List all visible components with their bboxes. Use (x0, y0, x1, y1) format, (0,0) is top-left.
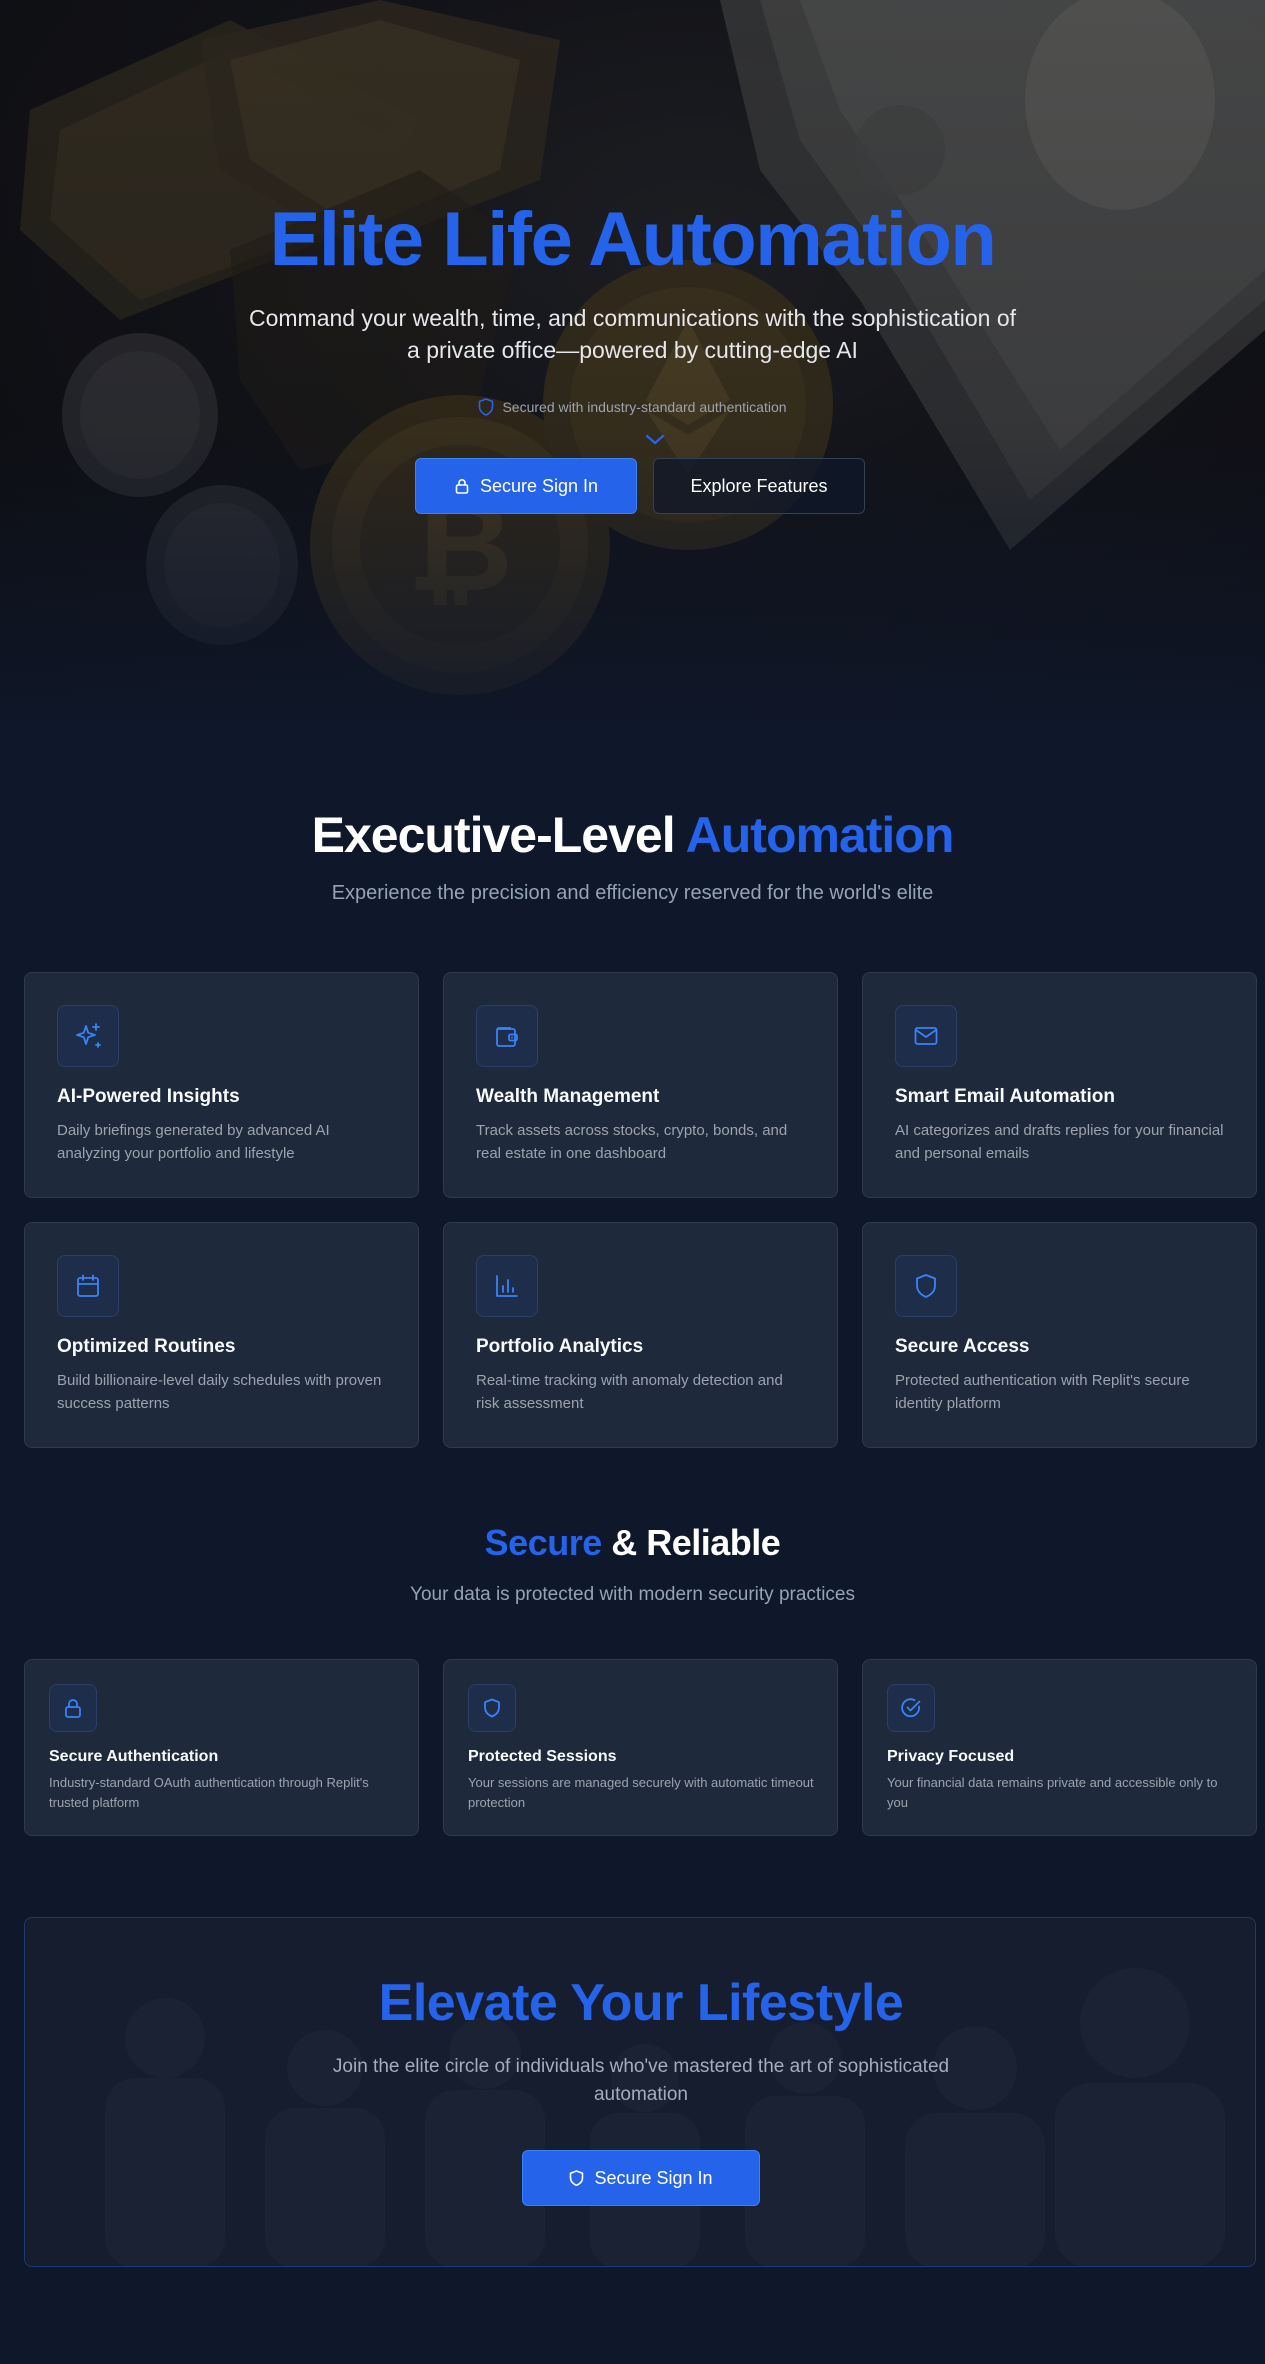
security-icon-box (468, 1684, 516, 1732)
security-card-title: Protected Sessions (468, 1748, 617, 1765)
feature-title: Portfolio Analytics (476, 1336, 644, 1357)
feature-title: Wealth Management (476, 1086, 660, 1107)
security-subtitle: Your data is protected with modern secur… (410, 1584, 855, 1605)
feature-description: Real-time tracking with anomaly detectio… (476, 1372, 783, 1412)
security-icon-box (49, 1684, 97, 1732)
security-card-sessions: Protected Sessions Your sessions are man… (443, 1659, 838, 1836)
feature-card-portfolio-analytics: Portfolio Analytics Real-time tracking w… (443, 1222, 838, 1448)
cta-subtitle: Join the elite circle of individuals who… (332, 2056, 950, 2105)
shield-icon (570, 2170, 584, 2186)
feature-icon-box (895, 1255, 957, 1317)
security-title-plain: & Reliable (611, 1522, 781, 1563)
features-title: Executive-Level Automation (0, 806, 1265, 864)
explore-features-label: Explore Features (690, 475, 828, 496)
lock-icon (65, 1699, 81, 1718)
security-card-description: Your sessions are managed securely with … (468, 1775, 814, 1810)
sparkles-icon (76, 1023, 101, 1048)
security-card-description: Industry-standard OAuth authentication t… (49, 1775, 369, 1810)
cta-section: Elevate Your Lifestyle Join the elite ci… (24, 1917, 1256, 2267)
secure-sign-in-button[interactable]: Secure Sign In (415, 458, 637, 514)
hero-section: ₿ Elite Life Automation Command your wea… (0, 0, 1265, 720)
features-title-plain: Executive-Level (311, 807, 676, 863)
security-icon-box (887, 1684, 935, 1732)
secure-sign-in-label: Secure Sign In (479, 475, 599, 496)
feature-description: Track assets across stocks, crypto, bond… (476, 1122, 788, 1162)
cta-secure-sign-in-button[interactable]: Secure Sign In (522, 2150, 760, 2206)
bar-chart-icon (496, 1275, 518, 1297)
calendar-icon (77, 1274, 99, 1297)
security-card-privacy: Privacy Focused Your financial data rema… (862, 1659, 1257, 1836)
security-note: Secured with industry-standard authentic… (0, 398, 1265, 416)
feature-description: Build billionaire-level daily schedules … (57, 1372, 382, 1412)
features-subtitle: Experience the precision and efficiency … (331, 882, 934, 904)
feature-icon-box (895, 1005, 957, 1067)
feature-card-ai-insights: AI-Powered Insights Daily briefings gene… (24, 972, 419, 1198)
security-card-description: Your financial data remains private and … (887, 1775, 1218, 1810)
security-note-text: Secured with industry-standard authentic… (502, 399, 787, 415)
feature-card-email-automation: Smart Email Automation AI categorizes an… (862, 972, 1257, 1198)
mail-icon (914, 1027, 938, 1045)
feature-icon-box (476, 1255, 538, 1317)
wallet-icon (496, 1027, 518, 1047)
check-circle-icon (901, 1698, 921, 1718)
feature-description: Protected authentication with Replit's s… (895, 1372, 1190, 1412)
feature-title: Smart Email Automation (895, 1086, 1115, 1107)
shield-icon (479, 398, 494, 416)
security-card-authentication: Secure Authentication Industry-standard … (24, 1659, 419, 1836)
feature-description: AI categorizes and drafts replies for yo… (895, 1122, 1224, 1162)
security-card-title: Privacy Focused (887, 1748, 1015, 1765)
feature-card-optimized-routines: Optimized Routines Build billionaire-lev… (24, 1222, 419, 1448)
explore-features-button[interactable]: Explore Features (653, 458, 865, 514)
feature-description: Daily briefings generated by advanced AI… (57, 1122, 330, 1162)
feature-card-wealth-management: Wealth Management Track assets across st… (443, 972, 838, 1198)
feature-icon-box (57, 1255, 119, 1317)
feature-card-secure-access: Secure Access Protected authentication w… (862, 1222, 1257, 1448)
feature-icon-box (476, 1005, 538, 1067)
shield-icon (484, 1698, 500, 1718)
shield-icon (916, 1274, 936, 1298)
features-title-accent: Automation (685, 807, 955, 863)
security-card-title: Secure Authentication (49, 1748, 219, 1765)
security-title-accent: Secure (484, 1522, 603, 1563)
feature-title: AI-Powered Insights (57, 1086, 240, 1107)
feature-title: Optimized Routines (57, 1336, 236, 1357)
hero-subtitle: Command your wealth, time, and communica… (248, 305, 1017, 363)
feature-icon-box (57, 1005, 119, 1067)
feature-title: Secure Access (895, 1336, 1030, 1357)
hero-title: Elite Life Automation (269, 197, 997, 282)
cta-title: Elevate Your Lifestyle (378, 1974, 904, 2032)
cta-button-label: Secure Sign In (594, 2167, 713, 2188)
security-title: Secure & Reliable (0, 1522, 1265, 1564)
chevron-down-icon[interactable] (644, 433, 666, 447)
lock-icon (455, 479, 469, 494)
